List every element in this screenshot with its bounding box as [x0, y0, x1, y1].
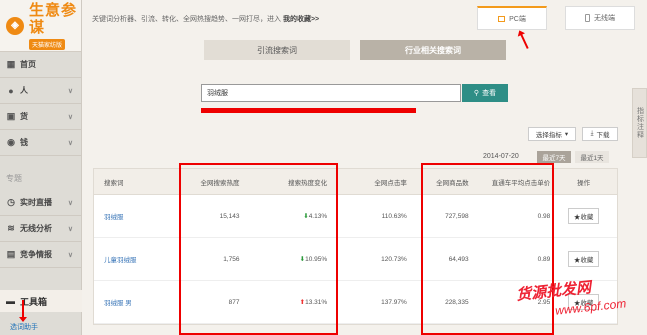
annotation-arrow-down — [19, 300, 27, 322]
last-1-day-button[interactable]: 最近1天 — [575, 151, 609, 163]
section-label: 专题 — [6, 173, 22, 183]
tab-pc[interactable]: PC端 — [477, 6, 547, 30]
app-title: 生意参谋 — [29, 1, 78, 36]
header-keyword: 搜索词 — [104, 179, 124, 187]
download-button[interactable]: ⤓ 下载 — [582, 127, 618, 141]
keyword-link[interactable]: 儿童羽绒服 — [94, 254, 180, 264]
favorites-link[interactable]: 我的收藏>> — [283, 16, 319, 23]
chevron-down-icon: ∨ — [67, 139, 73, 147]
sidebar-item-people[interactable]: ● 人 ∨ — [0, 78, 81, 104]
clock-icon: ◷ — [7, 197, 15, 207]
monitor-icon — [498, 15, 506, 22]
sidebar-item-toolbox[interactable]: ▬ 工具箱 — [0, 290, 82, 312]
breadcrumb: 关键词分析器、引流、转化、全网热搜趋势、一网打尽，进入 我的收藏>> — [92, 16, 320, 23]
sidebar-item-wireless[interactable]: ≋ 无线分析 ∨ — [0, 216, 81, 242]
chevron-down-icon: ∨ — [67, 199, 73, 207]
click-rate: 120.73% — [381, 255, 407, 263]
search-input[interactable]: 羽绒服 — [201, 84, 461, 102]
tab-industry-keywords[interactable]: 行业相关搜索词 — [360, 40, 506, 60]
chevron-down-icon: ∨ — [67, 225, 73, 233]
sidebar: ◈ 生意参谋 天猫家纺版 ▦ 首页 ● 人 ∨ ▣ 货 ∨ ◉ 钱 ∨ 专题 ◷… — [0, 0, 82, 335]
chevron-down-icon: ∨ — [67, 251, 73, 259]
tab-traffic-keywords[interactable]: 引流搜索词 — [204, 40, 350, 60]
select-metrics-button[interactable]: 选择指标 ▾ — [528, 127, 576, 141]
phone-icon — [585, 14, 590, 22]
sidebar-item-money[interactable]: ◉ 钱 ∨ — [0, 130, 81, 156]
sidebar-item-home[interactable]: ▦ 首页 — [0, 52, 81, 78]
sidebar-item-realtime[interactable]: ◷ 实时直播 ∨ — [0, 190, 81, 216]
search-icon: ⚲ — [473, 90, 480, 97]
box-icon: ▣ — [6, 111, 16, 121]
app-subtitle: 天猫家纺版 — [29, 38, 66, 50]
click-rate: 137.97% — [381, 298, 407, 306]
toolbox-icon: ▬ — [6, 296, 15, 306]
money-icon: ◉ — [7, 137, 15, 147]
favorite-button[interactable]: ★收藏 — [567, 208, 600, 224]
compass-icon: ◈ — [6, 16, 24, 35]
app-logo[interactable]: ◈ 生意参谋 天猫家纺版 — [0, 0, 81, 52]
annotation-arrow-up — [520, 33, 529, 49]
metric-notes-tab[interactable]: 指标注释 — [632, 88, 647, 158]
annotation-box-goods — [421, 163, 554, 335]
annotation-underline — [201, 108, 416, 113]
last-7-days-button[interactable]: 最近7天 — [537, 151, 571, 163]
click-rate: 110.63% — [381, 212, 407, 220]
home-icon: ▦ — [6, 59, 16, 69]
favorite-button[interactable]: ★收藏 — [567, 251, 600, 267]
sidebar-item-compete[interactable]: ▤ 竞争情报 ∨ — [0, 242, 81, 268]
wifi-icon: ≋ — [7, 223, 15, 233]
sidebar-link-keyword-helper[interactable]: 选词助手 — [10, 322, 38, 332]
compete-icon: ▤ — [6, 249, 16, 259]
header-operation: 操作 — [577, 179, 591, 187]
sidebar-item-goods[interactable]: ▣ 货 ∨ — [0, 104, 81, 130]
date-label: 2014-07-20 — [483, 153, 519, 160]
tab-mobile[interactable]: 无线端 — [565, 6, 635, 30]
header-click-rate[interactable]: 全网点击率 — [327, 177, 407, 187]
person-icon: ● — [8, 85, 14, 96]
search-button[interactable]: ⚲ 查看 — [462, 84, 508, 102]
chevron-down-icon: ∨ — [67, 87, 73, 95]
keyword-link[interactable]: 羽绒服 男 — [94, 297, 180, 307]
chevron-down-icon: ∨ — [67, 113, 73, 121]
annotation-box-heat — [179, 163, 338, 335]
caret-down-icon: ▾ — [564, 131, 569, 138]
keyword-link[interactable]: 羽绒服 — [94, 211, 180, 221]
download-icon: ⤓ — [590, 130, 594, 137]
